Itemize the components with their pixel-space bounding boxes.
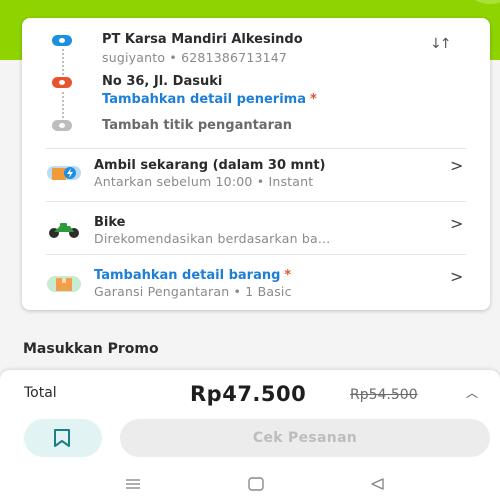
dropoff-dot-icon <box>52 77 72 88</box>
total-price: Rp47.500 <box>190 382 307 406</box>
check-order-button[interactable]: Cek Pesanan <box>120 419 490 457</box>
pickup-time-subtitle: Antarkan sebelum 10:00 • Instant <box>94 174 314 189</box>
item-detail-label: Tambahkan detail barang <box>94 268 281 283</box>
original-price: Rp54.500 <box>350 387 418 403</box>
bookmark-icon <box>54 429 70 447</box>
order-card: PT Karsa Mandiri Alkesindo sugiyanto • 6… <box>22 18 490 310</box>
pickup-name[interactable]: PT Karsa Mandiri Alkesindo <box>102 32 303 47</box>
required-mark: * <box>284 268 292 283</box>
vehicle-title: Bike <box>94 215 126 230</box>
recents-icon[interactable] <box>124 477 142 491</box>
total-label: Total <box>24 385 57 401</box>
add-stop-button[interactable]: Tambah titik pengantaran <box>102 118 292 133</box>
add-receiver-label: Tambahkan detail penerima <box>102 92 306 107</box>
pickup-contact: sugiyanto • 6281386713147 <box>102 50 288 65</box>
item-detail-title: Tambahkan detail barang * <box>94 268 291 283</box>
add-receiver-detail-link[interactable]: Tambahkan detail penerima * <box>102 92 317 107</box>
promo-heading[interactable]: Masukkan Promo <box>23 341 159 357</box>
pickup-dot-icon <box>52 35 72 46</box>
item-detail-subtitle: Garansi Pengantaran • 1 Basic <box>94 284 292 299</box>
box-lightning-icon <box>46 163 82 183</box>
divider <box>46 148 466 149</box>
home-icon[interactable] <box>247 477 265 491</box>
vehicle-subtitle: Direkomendasikan berdasarkan ba... <box>94 231 331 246</box>
add-stop-dot-icon <box>52 120 72 131</box>
required-mark: * <box>309 92 317 107</box>
motorbike-icon <box>46 220 82 240</box>
chevron-up-icon[interactable]: ︿ <box>466 384 478 401</box>
bookmark-button[interactable] <box>24 419 102 457</box>
profile-button[interactable] <box>460 0 500 4</box>
system-nav-bar <box>0 470 500 500</box>
dropoff-address[interactable]: No 36, Jl. Dasuki <box>102 74 222 89</box>
route-connector <box>62 92 64 118</box>
chevron-right-icon: > <box>450 156 464 175</box>
chevron-right-icon: > <box>450 214 464 233</box>
divider <box>46 254 466 255</box>
swap-vertical-icon[interactable]: ↓↑ <box>430 36 452 52</box>
package-icon <box>46 274 82 294</box>
back-icon[interactable] <box>368 477 386 491</box>
divider <box>46 201 466 202</box>
order-summary-panel: Total Rp47.500 Rp54.500 ︿ Cek Pesanan <box>0 370 500 470</box>
chevron-right-icon: > <box>450 267 464 286</box>
route-connector <box>62 49 64 75</box>
pickup-time-title: Ambil sekarang (dalam 30 mnt) <box>94 158 326 173</box>
